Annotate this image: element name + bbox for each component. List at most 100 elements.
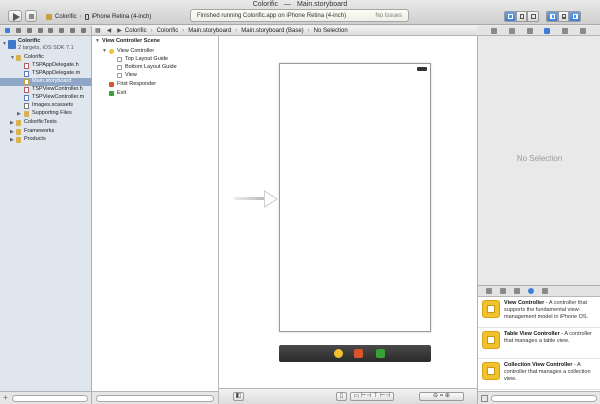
outline-scene-row[interactable]: ▼ View Controller Scene (92, 38, 218, 46)
exit-icon[interactable] (376, 349, 385, 358)
nav-group-supporting-files[interactable]: ▶ Supporting Files (0, 110, 92, 118)
code-snippet-library-icon[interactable] (500, 288, 506, 294)
disclosure-open-icon[interactable]: ▼ (10, 55, 15, 61)
outline-row[interactable]: First Responder (92, 81, 218, 89)
collection-view-controller-icon (482, 362, 500, 380)
test-navigator-icon[interactable] (48, 28, 54, 33)
toggle-navigator-button[interactable] (546, 11, 558, 22)
object-library-cube-icon[interactable] (514, 288, 520, 294)
disclosure-open-icon[interactable]: ▼ (2, 41, 7, 47)
issues-count[interactable]: No Issues (375, 13, 402, 19)
nav-item-label: Products (24, 136, 46, 142)
media-library-icon[interactable] (542, 288, 548, 294)
breadcrumb-selection[interactable]: No Selection (314, 28, 348, 34)
nav-file-row[interactable]: TSPAppDelegate.m (0, 70, 92, 78)
disclosure-closed-icon[interactable]: ▶ (10, 129, 14, 135)
log-navigator-icon[interactable] (81, 28, 87, 33)
window-title-separator: — (284, 1, 292, 8)
project-navigator-icon[interactable] (4, 28, 10, 33)
disclosure-closed-icon[interactable]: ▶ (10, 120, 14, 126)
toggle-debug-area-button[interactable] (558, 11, 569, 22)
asset-catalog-icon (24, 103, 29, 109)
outline-row[interactable]: View (92, 72, 218, 80)
disclosure-open-icon[interactable]: ▼ (95, 38, 100, 44)
zoom-controls[interactable]: ⊖ = ⊕ (419, 392, 464, 401)
library-item[interactable]: Table View Controller - A controller tha… (478, 328, 600, 359)
library-filter-input[interactable] (491, 395, 597, 402)
outline-filter-bar (92, 391, 219, 404)
nav-item-label: TSPAppDelegate.m (32, 70, 81, 76)
nav-file-row[interactable]: TSPAppDelegate.h (0, 62, 92, 70)
initial-scene-arrow (234, 197, 264, 200)
nav-file-row[interactable]: TSPViewController.h (0, 86, 92, 94)
object-library-icon[interactable] (528, 288, 534, 294)
size-inspector-icon[interactable] (562, 27, 569, 34)
symbol-navigator-icon[interactable] (15, 28, 21, 33)
quick-help-icon[interactable] (508, 27, 515, 34)
breakpoint-navigator-icon[interactable] (70, 28, 76, 33)
grid-view-icon[interactable] (481, 395, 488, 402)
document-icon[interactable]: ▯ (336, 392, 347, 401)
find-navigator-icon[interactable] (26, 28, 32, 33)
library-item[interactable]: View Controller - A controller that supp… (478, 297, 600, 328)
scheme-selector[interactable]: Colorific › iPhone Retina (4-inch) (46, 12, 151, 21)
nav-group-tests[interactable]: ▶ ColorificTests (0, 119, 92, 127)
add-file-icon[interactable]: + (3, 394, 8, 402)
standard-editor-button[interactable] (504, 11, 516, 22)
connections-inspector-icon[interactable] (580, 27, 587, 34)
view-controller-icon[interactable] (334, 349, 343, 358)
breadcrumb-localization[interactable]: Main.storyboard (Base) (241, 28, 313, 34)
related-items-icon[interactable]: ▦ (95, 27, 101, 34)
stop-button[interactable] (25, 10, 37, 22)
nav-group-frameworks[interactable]: ▶ Frameworks (0, 128, 92, 136)
table-view-controller-icon (482, 331, 500, 349)
zoom-out-icon[interactable]: ⊖ (433, 393, 440, 399)
implementation-file-icon (24, 95, 29, 101)
navigator-selector-bar (0, 26, 92, 36)
battery-icon (417, 67, 427, 71)
attributes-inspector-icon[interactable] (544, 27, 551, 34)
window-title-file: Main.storyboard (297, 1, 348, 8)
layout-controls[interactable]: ▭ ⊢⊣ ⊤ ⊢⊣ (350, 392, 394, 401)
breadcrumb-file[interactable]: Main.storyboard (188, 28, 241, 34)
assistant-editor-button[interactable] (516, 11, 527, 22)
back-arrow-icon[interactable]: ◀ (107, 27, 112, 34)
toggle-outline-button[interactable]: ◧ (233, 392, 244, 401)
view-controller-scene[interactable] (279, 63, 431, 332)
disclosure-closed-icon[interactable]: ▶ (10, 137, 14, 143)
file-inspector-icon[interactable] (490, 27, 497, 34)
disclosure-closed-icon[interactable]: ▶ (17, 111, 21, 117)
no-selection-label: No Selection (516, 154, 563, 163)
outline-row[interactable]: Bottom Layout Guide (92, 64, 218, 72)
forward-arrow-icon[interactable]: ▶ (117, 27, 122, 34)
document-outline: ▼ View Controller Scene ▼ View Controlle… (92, 36, 219, 391)
file-template-library-icon[interactable] (486, 288, 492, 294)
outline-filter-input[interactable] (96, 395, 214, 402)
outline-row[interactable]: ▼ View Controller (92, 48, 218, 56)
disclosure-open-icon[interactable]: ▼ (102, 48, 107, 54)
zoom-in-icon[interactable]: ⊕ (443, 393, 450, 399)
run-button[interactable] (8, 10, 22, 22)
identity-inspector-icon[interactable] (526, 27, 533, 34)
outline-row[interactable]: Top Layout Guide (92, 56, 218, 64)
nav-file-row[interactable]: Images.xcassets (0, 102, 92, 110)
nav-group-products[interactable]: ▶ Products (0, 136, 92, 144)
version-editor-button[interactable] (527, 11, 539, 22)
navigator-filter-input[interactable] (12, 395, 88, 402)
issue-navigator-icon[interactable] (37, 28, 43, 33)
initial-scene-arrowhead (264, 190, 278, 208)
toggle-utilities-button[interactable] (569, 11, 581, 22)
library-item[interactable]: Collection View Controller - A controlle… (478, 359, 600, 390)
nav-file-row[interactable]: TSPViewController.m (0, 94, 92, 102)
outline-item-label: Exit (117, 90, 127, 96)
outline-row[interactable]: Exit (92, 90, 218, 98)
folder-icon (16, 120, 21, 126)
nav-group-colorific[interactable]: ▼ Colorific (0, 54, 92, 62)
first-responder-icon[interactable] (354, 349, 363, 358)
project-icon (8, 40, 16, 49)
breadcrumb-project[interactable]: Colorific (125, 28, 157, 34)
debug-navigator-icon[interactable] (59, 28, 65, 33)
breadcrumb-group[interactable]: Colorific (157, 28, 189, 34)
nav-project-row[interactable]: ▼ Colorific 2 targets, iOS SDK 7.1 (0, 38, 92, 53)
nav-file-row-selected[interactable]: Main.storyboard (0, 78, 92, 86)
